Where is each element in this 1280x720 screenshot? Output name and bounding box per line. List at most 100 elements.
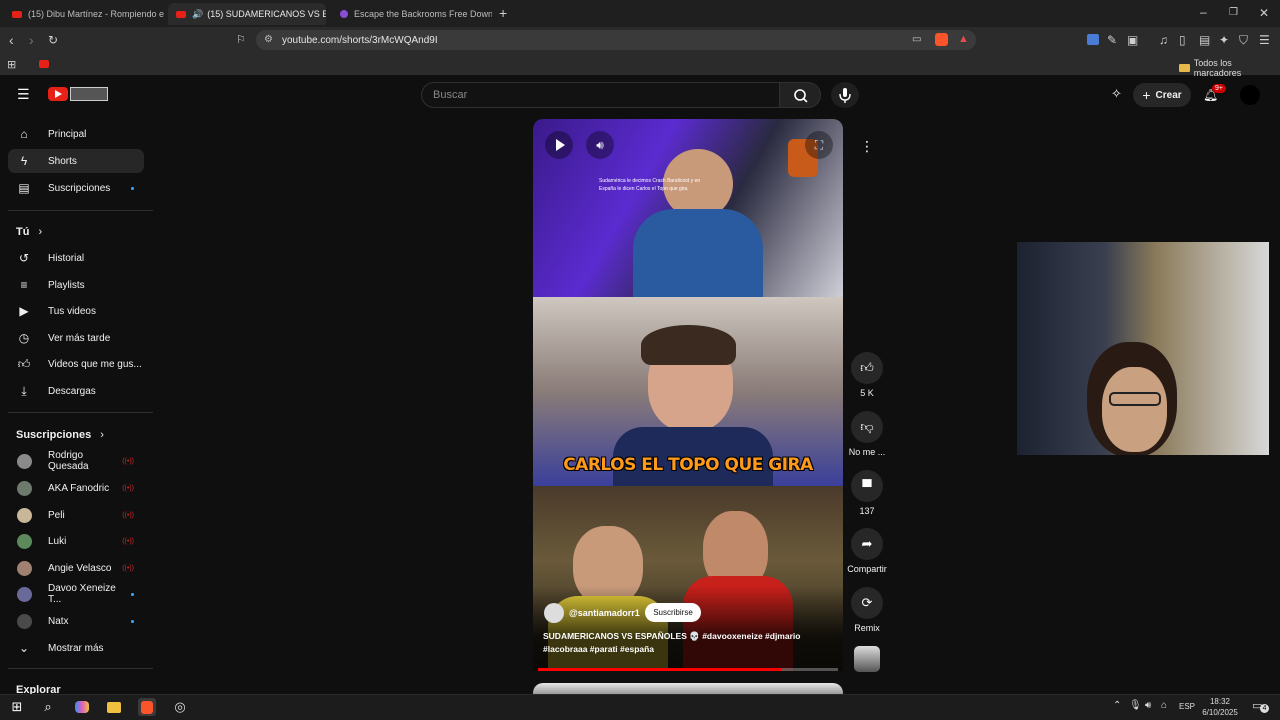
back-icon[interactable]: ‹ — [9, 33, 14, 47]
brave-shields-icon[interactable] — [935, 33, 948, 46]
sidebar-you-header[interactable]: Tú › — [16, 226, 42, 238]
channel-avatar[interactable] — [544, 603, 564, 623]
show-more-button[interactable]: ⌄ Mostrar más — [8, 636, 144, 660]
like-button[interactable]: 👍︎ — [851, 352, 883, 384]
notification-center-icon[interactable]: ▭ 4 — [1252, 699, 1269, 713]
subscribe-button[interactable]: Suscribirse — [645, 603, 701, 622]
obs-icon[interactable]: ◎ — [171, 698, 189, 716]
sidebar-item-subscriptions[interactable]: ▤ Suscripciones — [8, 176, 144, 200]
sidebar-item-home[interactable]: ⌂ Principal — [8, 122, 144, 146]
brave-rewards-icon[interactable]: ▲ — [958, 33, 969, 45]
youtube-bookmark-icon[interactable] — [39, 60, 49, 68]
volume-icon: 🔊︎ — [596, 137, 604, 152]
youtube-premium-icon[interactable]: ✧ — [1111, 87, 1122, 100]
translate-icon[interactable] — [1087, 34, 1099, 45]
sidebar-item-label: Luki — [48, 535, 67, 547]
address-bar[interactable]: ⚙ youtube.com/shorts/3rMcWQAnd9I ▭ ▲ — [256, 30, 976, 50]
browser-tab-sudamericanos[interactable]: 🔊 (15) SUDAMERICANOS VS ES ✕ — [168, 3, 326, 25]
sidebar-item-shorts[interactable]: ϟ Shorts — [8, 149, 144, 173]
sidebar-item-history[interactable]: ↺ Historial — [8, 246, 144, 270]
sidebar-sub-rodrigo-quesada[interactable]: Rodrigo Quesada ((•)) — [8, 449, 144, 473]
glasses — [1109, 392, 1161, 406]
hamburger-menu-icon[interactable]: ☰ — [17, 87, 30, 101]
restore-icon[interactable]: ❐ — [1229, 7, 1238, 19]
site-info-icon[interactable]: ⚙ — [264, 34, 273, 45]
media-icon[interactable]: ♫ — [1159, 34, 1168, 46]
sidebar-sub-angie-velasco[interactable]: Angie Velasco ((•)) — [8, 556, 144, 580]
create-button[interactable]: + Crear — [1133, 83, 1191, 107]
sound-thumbnail[interactable] — [854, 646, 880, 672]
tray-chevron-icon[interactable]: ⌃ — [1113, 700, 1121, 711]
short-video-frame-2[interactable]: CARLOS EL TOPO QUE GIRA — [533, 297, 843, 486]
progress-track[interactable] — [538, 668, 838, 671]
browser-tab-bar: (15) Dibu Martínez - Rompiendo esp 🔊 (15… — [0, 0, 1280, 27]
windows-start-icon[interactable]: ⊞ — [8, 698, 26, 716]
windows-taskbar — [0, 694, 1280, 720]
channel-name[interactable]: @santiamadorr1 — [569, 608, 640, 618]
video-gradient — [533, 586, 843, 671]
play-button[interactable] — [545, 131, 573, 159]
sidebar-sub-peli[interactable]: Peli ((•)) — [8, 503, 144, 527]
minimize-icon[interactable]: – — [1200, 6, 1207, 18]
browser-tab-backrooms[interactable]: Escape the Backrooms Free Downlo — [332, 3, 492, 25]
home-icon: ⌂ — [20, 127, 28, 141]
sidebar-sub-davoo-xeneize[interactable]: Davoo Xeneize T... — [8, 582, 144, 606]
copilot-icon[interactable] — [73, 698, 91, 716]
volume-tray-icon[interactable]: 🔊︎ — [1145, 700, 1151, 711]
sidebar-item-liked[interactable]: 👍︎ Videos que me gus... — [8, 352, 144, 376]
sidebar-item-your-videos[interactable]: ▶ Tus videos — [8, 299, 144, 323]
browser-tab-dibu[interactable]: (15) Dibu Martínez - Rompiendo esp — [4, 3, 164, 25]
sidebar-item-downloads[interactable]: ⤓ Descargas — [8, 379, 144, 403]
progress-fill — [538, 668, 781, 671]
short-title[interactable]: SUDAMERICANOS VS ESPAÑOLES 💀 #davooxenei… — [543, 630, 833, 656]
sidebar-sub-luki[interactable]: Luki ((•)) — [8, 529, 144, 553]
new-tab-icon[interactable]: + — [499, 6, 507, 20]
remix-button[interactable]: ⟳ — [851, 587, 883, 619]
screenshot-icon[interactable]: ▣ — [1127, 34, 1138, 46]
network-tray-icon[interactable]: ⌂ — [1161, 700, 1167, 711]
fullscreen-button[interactable]: ⛶ — [805, 131, 833, 159]
dislike-button[interactable]: 👎︎ — [851, 411, 883, 443]
sidebar-sub-natx[interactable]: Natx — [8, 609, 144, 633]
person-hair — [641, 325, 736, 365]
search-icon[interactable]: ⌕ — [39, 698, 57, 716]
volume-button[interactable]: 🔊︎ — [586, 131, 614, 159]
sidebar-item-label: Natx — [48, 615, 69, 627]
fullscreen-icon: ⛶ — [814, 137, 824, 152]
comments-button[interactable]: ▀ — [851, 470, 883, 502]
cast-icon[interactable]: ▭ — [912, 34, 921, 45]
search-button[interactable] — [779, 82, 821, 108]
reload-icon[interactable]: ↻ — [48, 34, 58, 46]
apps-grid-icon[interactable]: ⊞ — [7, 59, 16, 71]
sidebar-sub-aka-fanodric[interactable]: AKA Fanodric ((•)) — [8, 476, 144, 500]
bookmark-icon[interactable]: ⚐ — [236, 34, 246, 46]
brave-browser-icon[interactable] — [138, 698, 156, 716]
leo-ai-icon[interactable]: ✦ — [1219, 34, 1229, 46]
forward-icon[interactable]: › — [29, 33, 34, 47]
voice-search-button[interactable] — [831, 82, 859, 108]
sidebar-toggle-icon[interactable]: ▯ — [1179, 34, 1186, 46]
sidebar-item-watch-later[interactable]: ◷ Ver más tarde — [8, 326, 144, 350]
microphone-tray-icon[interactable]: 🎙︎ — [1129, 700, 1142, 711]
vpn-icon[interactable]: ⛉ — [1239, 34, 1248, 46]
window-close-icon[interactable]: ✕ — [1259, 7, 1269, 19]
file-explorer-icon[interactable] — [105, 698, 123, 716]
wallet-icon[interactable]: ▤ — [1199, 34, 1210, 46]
youtube-logo-icon[interactable] — [48, 87, 68, 101]
language-indicator[interactable]: ESP — [1179, 702, 1195, 711]
menu-icon[interactable]: ☰ — [1259, 34, 1270, 46]
next-short-preview[interactable] — [533, 683, 843, 694]
more-options-button[interactable]: ⋮ — [851, 130, 883, 162]
search-input[interactable]: Buscar — [421, 82, 779, 108]
all-bookmarks[interactable]: Todos los marcadores — [1179, 58, 1280, 78]
sidebar-subscriptions-header[interactable]: Suscripciones › — [16, 429, 104, 441]
notifications-button[interactable]: 🔔︎ 9+ — [1203, 84, 1226, 102]
search-placeholder: Buscar — [433, 89, 468, 101]
short-video-frame-1[interactable]: Sudamérica le decimos Crash Bandicoot y … — [533, 119, 843, 297]
clock[interactable]: 18:32 6/10/2025 — [1198, 696, 1242, 718]
logo-doodle[interactable] — [70, 87, 108, 101]
share-button[interactable]: ➦ — [851, 528, 883, 560]
sidebar-item-playlists[interactable]: ≡ Playlists — [8, 273, 144, 297]
extensions-icon[interactable]: ✎ — [1107, 34, 1117, 46]
avatar[interactable] — [1240, 85, 1260, 105]
